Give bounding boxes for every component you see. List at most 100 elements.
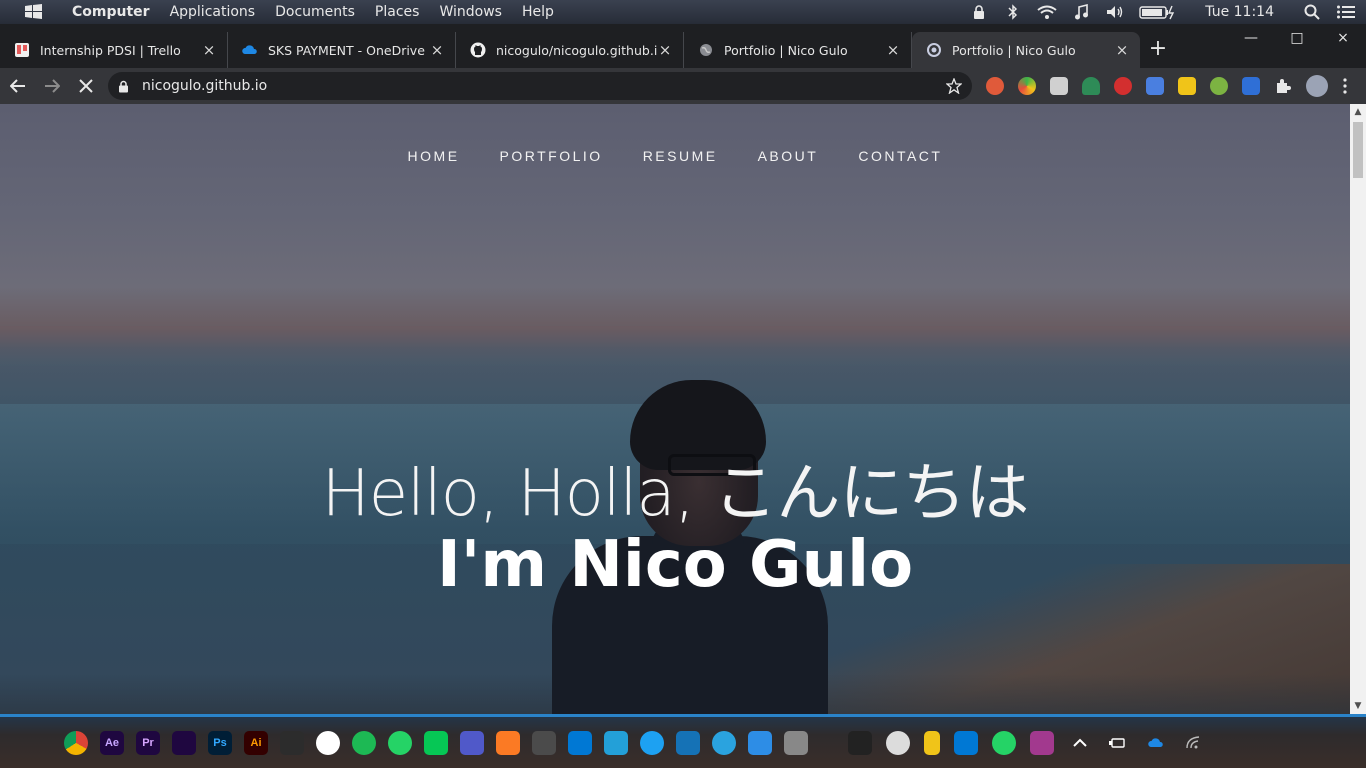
tab-trello[interactable]: Internship PDSI | Trello ×: [0, 32, 228, 68]
extension-hat-icon[interactable]: [1082, 77, 1100, 95]
extension-record-icon[interactable]: [986, 77, 1004, 95]
menu-places[interactable]: Places: [365, 0, 430, 24]
github-icon: [470, 42, 486, 58]
line-icon[interactable]: [424, 730, 448, 755]
taskbar-dock: Ae Pr Ps Ai: [0, 714, 1366, 768]
tab-title: Internship PDSI | Trello: [40, 42, 181, 58]
menu-applications[interactable]: Applications: [160, 0, 266, 24]
app-m-icon[interactable]: [1030, 730, 1054, 755]
globe-icon: [698, 42, 714, 58]
scrollbar-thumb[interactable]: [1353, 122, 1363, 178]
css3-icon[interactable]: [676, 730, 700, 755]
close-icon: [79, 79, 93, 93]
menu-documents[interactable]: Documents: [265, 0, 365, 24]
vscode-icon[interactable]: [568, 730, 592, 755]
back-button[interactable]: [2, 70, 34, 102]
maximize-button[interactable]: □: [1274, 24, 1320, 54]
new-tab-button[interactable]: +: [1140, 32, 1176, 68]
onedrive-icon: [242, 42, 258, 58]
url-text[interactable]: nicogulo.github.io: [142, 78, 946, 94]
menu-icon[interactable]: [1336, 3, 1356, 21]
extension-globe-icon[interactable]: [1210, 77, 1228, 95]
itunes-icon[interactable]: [316, 730, 340, 755]
twitter-icon[interactable]: [640, 730, 664, 755]
xampp-icon[interactable]: [496, 730, 520, 755]
wifi-icon[interactable]: [1037, 3, 1057, 21]
tab-portfolio[interactable]: Portfolio | Nico Gulo ×: [684, 32, 912, 68]
extension-color-icon[interactable]: [1018, 77, 1036, 95]
premiere-icon[interactable]: Pr: [136, 730, 160, 755]
wifi-tray-icon[interactable]: [1182, 731, 1206, 755]
nav-portfolio[interactable]: PORTFOLIO: [480, 148, 623, 164]
bookmark-star-icon[interactable]: [946, 78, 962, 94]
clock[interactable]: Tue 11:14: [1191, 4, 1288, 20]
more-options-icon[interactable]: [1342, 78, 1348, 94]
site-navigation: HOME PORTFOLIO RESUME ABOUT CONTACT: [0, 148, 1350, 164]
minimize-button[interactable]: —: [1228, 24, 1274, 54]
profile-avatar[interactable]: [1306, 75, 1328, 97]
tab-title: SKS PAYMENT - OneDrive: [268, 42, 425, 58]
tab-close-button[interactable]: ×: [201, 42, 217, 58]
extension-stop-icon[interactable]: [1114, 77, 1132, 95]
menu-computer[interactable]: Computer: [62, 0, 160, 24]
chrome-icon[interactable]: [64, 730, 88, 755]
tab-close-button[interactable]: ×: [885, 42, 901, 58]
nav-home[interactable]: HOME: [388, 148, 480, 164]
tab-close-button[interactable]: ×: [657, 42, 673, 58]
scroll-down-arrow-icon[interactable]: ▼: [1350, 698, 1366, 714]
close-window-button[interactable]: ×: [1320, 24, 1366, 54]
whatsapp-tray-icon[interactable]: [992, 730, 1016, 755]
nav-contact[interactable]: CONTACT: [838, 148, 962, 164]
chevron-up-icon[interactable]: [1068, 731, 1092, 755]
illustrator-icon[interactable]: Ai: [244, 730, 268, 755]
lock-icon[interactable]: [969, 3, 989, 21]
extension-tile-icon[interactable]: [1050, 77, 1068, 95]
nav-resume[interactable]: RESUME: [623, 148, 738, 164]
extension-arrows-icon[interactable]: [1178, 77, 1196, 95]
window-app-icon[interactable]: [784, 730, 808, 755]
page-scrollbar[interactable]: ▲ ▼: [1350, 104, 1366, 714]
tab-close-button[interactable]: ×: [429, 42, 445, 58]
sublime-icon[interactable]: [532, 730, 556, 755]
browser-tab-strip: Internship PDSI | Trello × SKS PAYMENT -…: [0, 24, 1366, 68]
after-effects-icon[interactable]: Ae: [100, 730, 124, 755]
os-logo-icon[interactable]: [22, 4, 46, 20]
notes-icon[interactable]: [924, 730, 940, 755]
tab-onedrive[interactable]: SKS PAYMENT - OneDrive ×: [228, 32, 456, 68]
notification-icon[interactable]: [848, 730, 872, 755]
battery-icon[interactable]: [1139, 3, 1177, 21]
system-top-bar: Computer Applications Documents Places W…: [0, 0, 1366, 24]
figma-icon[interactable]: [280, 730, 304, 755]
photoshop-icon[interactable]: Ps: [208, 730, 232, 755]
menu-help[interactable]: Help: [512, 0, 564, 24]
tab-github[interactable]: nicogulo/nicogulo.github.io ×: [456, 32, 684, 68]
stop-loading-button[interactable]: [70, 70, 102, 102]
tab-portfolio-active[interactable]: Portfolio | Nico Gulo ×: [912, 32, 1140, 68]
clock-app-icon[interactable]: [886, 730, 910, 755]
spotify-icon[interactable]: [352, 730, 376, 755]
extensions-puzzle-icon[interactable]: [1274, 77, 1292, 95]
app-cube-icon[interactable]: [604, 730, 628, 755]
extension-download-icon[interactable]: [1242, 77, 1260, 95]
menu-windows[interactable]: Windows: [429, 0, 512, 24]
onedrive-tray-icon[interactable]: [1144, 731, 1168, 755]
scroll-up-arrow-icon[interactable]: ▲: [1350, 104, 1366, 120]
search-icon[interactable]: [1302, 3, 1322, 21]
whatsapp-icon[interactable]: [388, 730, 412, 755]
telegram-icon[interactable]: [712, 730, 736, 755]
music-icon[interactable]: [1071, 3, 1091, 21]
volume-icon[interactable]: [1105, 3, 1125, 21]
media-encoder-icon[interactable]: [172, 730, 196, 755]
extension-translate-icon[interactable]: [1146, 77, 1164, 95]
forward-button[interactable]: [36, 70, 68, 102]
tab-close-button[interactable]: ×: [1114, 42, 1130, 58]
vscode-tray-icon[interactable]: [954, 730, 978, 755]
sync-icon[interactable]: [748, 730, 772, 755]
browser-toolbar: nicogulo.github.io: [0, 68, 1366, 104]
battery-tray-icon[interactable]: [1106, 731, 1130, 755]
bluetooth-icon[interactable]: [1003, 3, 1023, 21]
teams-icon[interactable]: [460, 730, 484, 755]
nav-about[interactable]: ABOUT: [738, 148, 839, 164]
lock-icon[interactable]: [118, 80, 132, 93]
address-bar[interactable]: nicogulo.github.io: [108, 72, 972, 100]
